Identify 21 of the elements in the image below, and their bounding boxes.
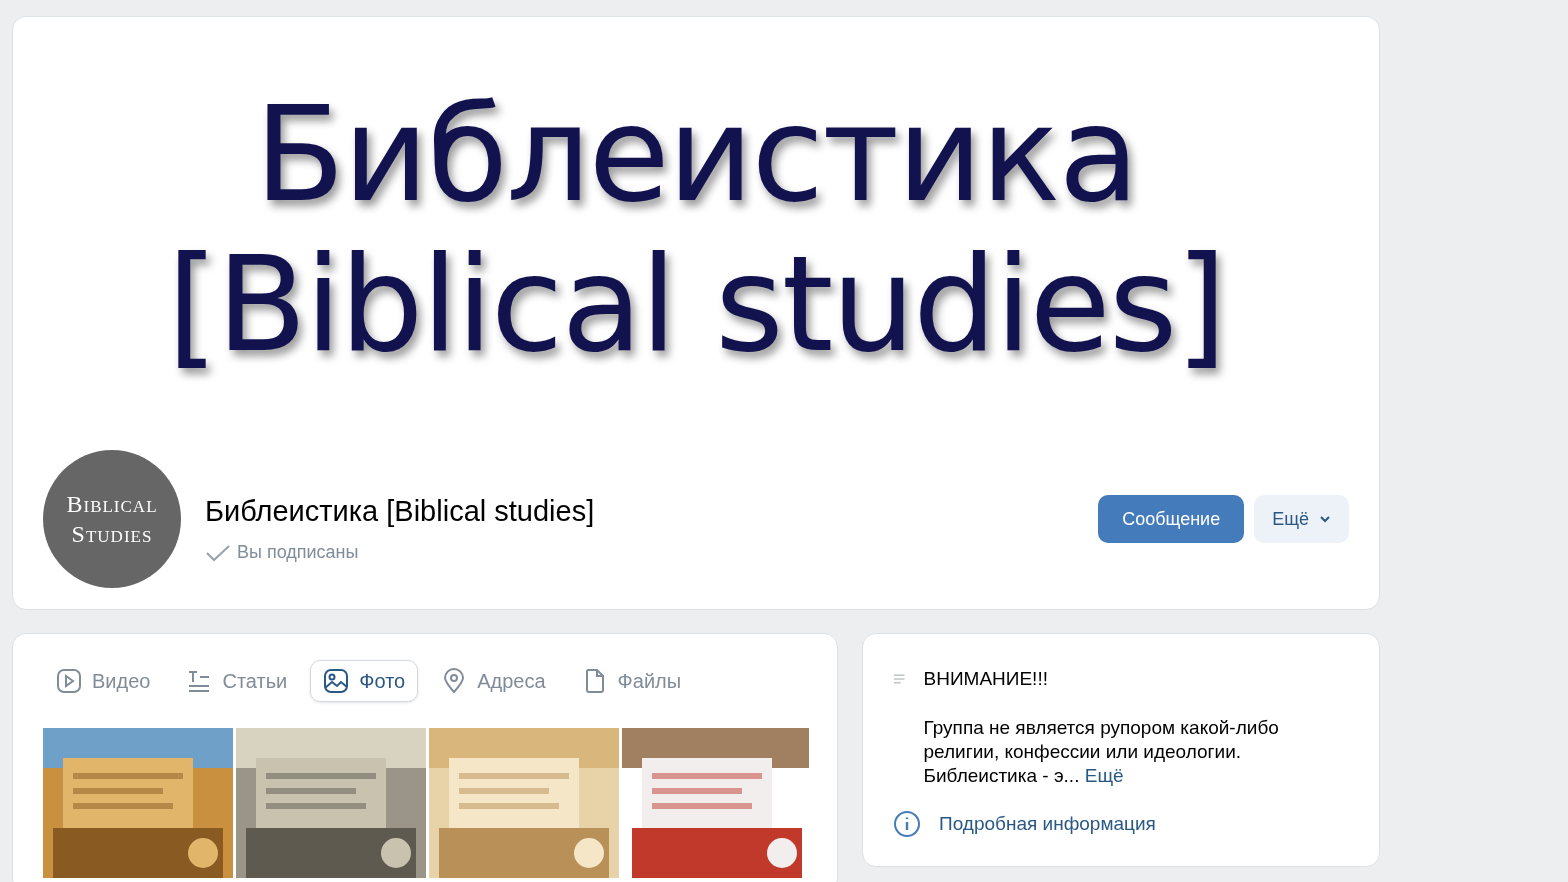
avatar-text: Studies bbox=[71, 520, 153, 549]
tab[interactable]: Адреса bbox=[428, 660, 559, 702]
info-icon bbox=[893, 810, 921, 838]
image-icon bbox=[323, 668, 350, 694]
about-description: Группа не является рупором какой-либо религии, конфессии или идеологии. Библеистика - э... Ещё bbox=[923, 716, 1280, 788]
more-link[interactable]: Ещё bbox=[1084, 765, 1124, 786]
tab[interactable]: Видео bbox=[43, 660, 164, 702]
subscription-status: Вы подписаны bbox=[237, 542, 359, 563]
tab[interactable]: Фото bbox=[310, 660, 419, 702]
group-name: Библеистика [Biblical studies] bbox=[205, 495, 596, 528]
chevron-down-icon bbox=[1319, 515, 1331, 523]
message-button[interactable]: Сообщение bbox=[1098, 495, 1245, 543]
tab[interactable]: Файлы bbox=[568, 660, 695, 702]
more-button[interactable]: Ещё bbox=[1254, 495, 1349, 543]
cover-title: Библеистика bbox=[254, 79, 1138, 229]
avatar-text: Biblical bbox=[66, 490, 158, 519]
about-title: ВНИМАНИЕ!!! bbox=[923, 668, 1049, 690]
play-icon bbox=[56, 668, 82, 694]
cover-title: [Biblical studies] bbox=[166, 229, 1226, 379]
tab[interactable]: Статьи bbox=[173, 660, 301, 702]
details-link[interactable]: Подробная информация bbox=[939, 813, 1156, 835]
